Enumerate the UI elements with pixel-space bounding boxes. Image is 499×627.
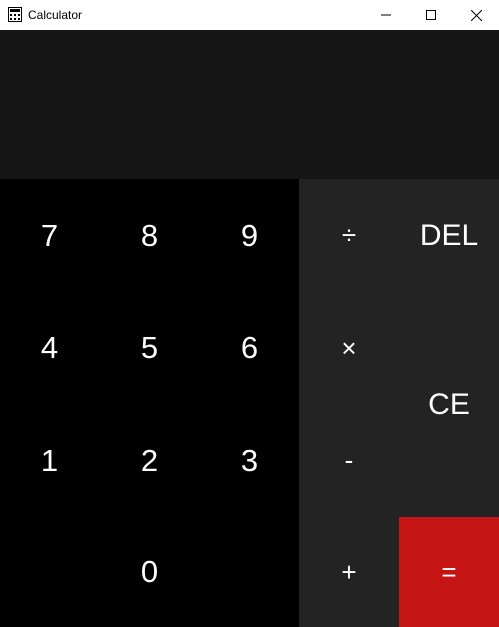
- close-icon: [471, 9, 482, 21]
- maximize-button[interactable]: [408, 0, 453, 30]
- subtract-button[interactable]: -: [299, 404, 399, 517]
- clear-entry-button[interactable]: CE: [399, 292, 499, 517]
- maximize-icon: [425, 10, 436, 20]
- title-bar[interactable]: Calculator: [0, 0, 499, 30]
- calculator-window: Calculator 7 8 9 4 5 6 1 2 3 0 ÷ × - + D…: [0, 0, 499, 627]
- add-button[interactable]: +: [299, 517, 399, 627]
- digit-1-button[interactable]: 1: [0, 404, 99, 517]
- digit-8-button[interactable]: 8: [99, 179, 200, 292]
- window-title: Calculator: [28, 8, 83, 22]
- digit-4-button[interactable]: 4: [0, 292, 99, 404]
- digit-0-button[interactable]: 0: [0, 517, 299, 627]
- divide-button[interactable]: ÷: [299, 179, 399, 292]
- equals-button[interactable]: =: [399, 517, 499, 627]
- delete-button[interactable]: DEL: [399, 179, 499, 292]
- digit-7-button[interactable]: 7: [0, 179, 99, 292]
- calculator-app-icon: [8, 7, 22, 22]
- close-button[interactable]: [454, 0, 499, 30]
- result-display: [0, 30, 499, 179]
- multiply-button[interactable]: ×: [299, 292, 399, 404]
- digit-9-button[interactable]: 9: [200, 179, 299, 292]
- digit-5-button[interactable]: 5: [99, 292, 200, 404]
- digit-3-button[interactable]: 3: [200, 404, 299, 517]
- minimize-icon: [380, 10, 391, 20]
- minimize-button[interactable]: [363, 0, 408, 30]
- digit-6-button[interactable]: 6: [200, 292, 299, 404]
- digit-2-button[interactable]: 2: [99, 404, 200, 517]
